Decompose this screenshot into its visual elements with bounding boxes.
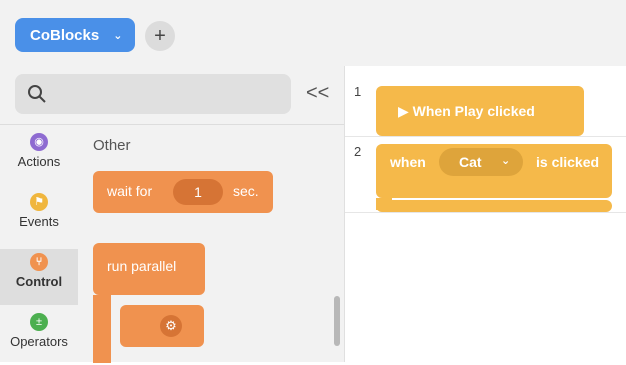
- sprite-dropdown-value: Cat: [459, 154, 482, 170]
- play-block-label: ▶ When Play clicked: [398, 103, 535, 119]
- run-parallel-spine: [93, 295, 111, 363]
- eye-icon: ◉: [30, 133, 48, 151]
- block-palette: Other wait for 1 sec. run parallel ⚙: [78, 124, 344, 363]
- run-parallel-label: run parallel: [107, 258, 177, 274]
- section-title: Other: [93, 137, 131, 154]
- search-field[interactable]: [15, 74, 291, 114]
- blocks-panel: << ◉ Actions ⚑ Events ⑂ Control ± Operat…: [0, 66, 345, 363]
- run-parallel-block[interactable]: run parallel: [93, 243, 205, 295]
- chevron-down-icon: ⌄: [501, 155, 511, 167]
- when-sprite-clicked-block[interactable]: when Cat ⌄ is clicked: [376, 144, 612, 198]
- wait-block-prefix: wait for: [107, 183, 153, 199]
- code-workspace: 1 2 ▶ When Play clicked when Cat ⌄ is cl…: [345, 66, 626, 362]
- search-icon: [28, 85, 46, 103]
- flag-icon: ⚑: [30, 193, 48, 211]
- sprite-dropdown[interactable]: Cat ⌄: [439, 148, 523, 176]
- when-play-clicked-block[interactable]: ▶ When Play clicked: [376, 86, 584, 136]
- line-number: 2: [354, 144, 362, 159]
- wait-block-suffix: sec.: [233, 183, 259, 199]
- gear-icon[interactable]: ⚙: [160, 315, 182, 337]
- click-block-prefix: when: [390, 154, 426, 170]
- category-label: Operators: [10, 334, 68, 349]
- category-events[interactable]: ⚑ Events: [0, 189, 78, 245]
- collapse-panel-button[interactable]: <<: [306, 82, 329, 105]
- category-label: Actions: [17, 154, 61, 169]
- category-list: ◉ Actions ⚑ Events ⑂ Control ± Operators: [0, 124, 78, 363]
- click-block-suffix: is clicked: [536, 154, 600, 170]
- line-number: 1: [354, 84, 362, 99]
- category-actions[interactable]: ◉ Actions: [0, 129, 78, 185]
- category-operators[interactable]: ± Operators: [0, 309, 78, 365]
- project-name: CoBlocks: [30, 26, 100, 44]
- chevron-down-icon: ⌄: [113, 29, 123, 42]
- add-project-button[interactable]: +: [145, 21, 175, 51]
- palette-scrollbar[interactable]: [334, 296, 340, 346]
- parallel-branch-slot[interactable]: ⚙: [120, 305, 204, 347]
- category-label: Control: [15, 274, 63, 289]
- top-bar: CoBlocks ⌄ +: [0, 0, 626, 67]
- project-select-button[interactable]: CoBlocks ⌄: [15, 18, 135, 52]
- wait-block[interactable]: wait for 1 sec.: [93, 171, 273, 213]
- category-control[interactable]: ⑂ Control: [0, 249, 78, 305]
- block-footer: [376, 200, 612, 212]
- branch-icon: ⑂: [30, 253, 48, 271]
- category-label: Events: [19, 214, 59, 229]
- operators-icon: ±: [30, 313, 48, 331]
- wait-duration-input[interactable]: 1: [173, 179, 223, 205]
